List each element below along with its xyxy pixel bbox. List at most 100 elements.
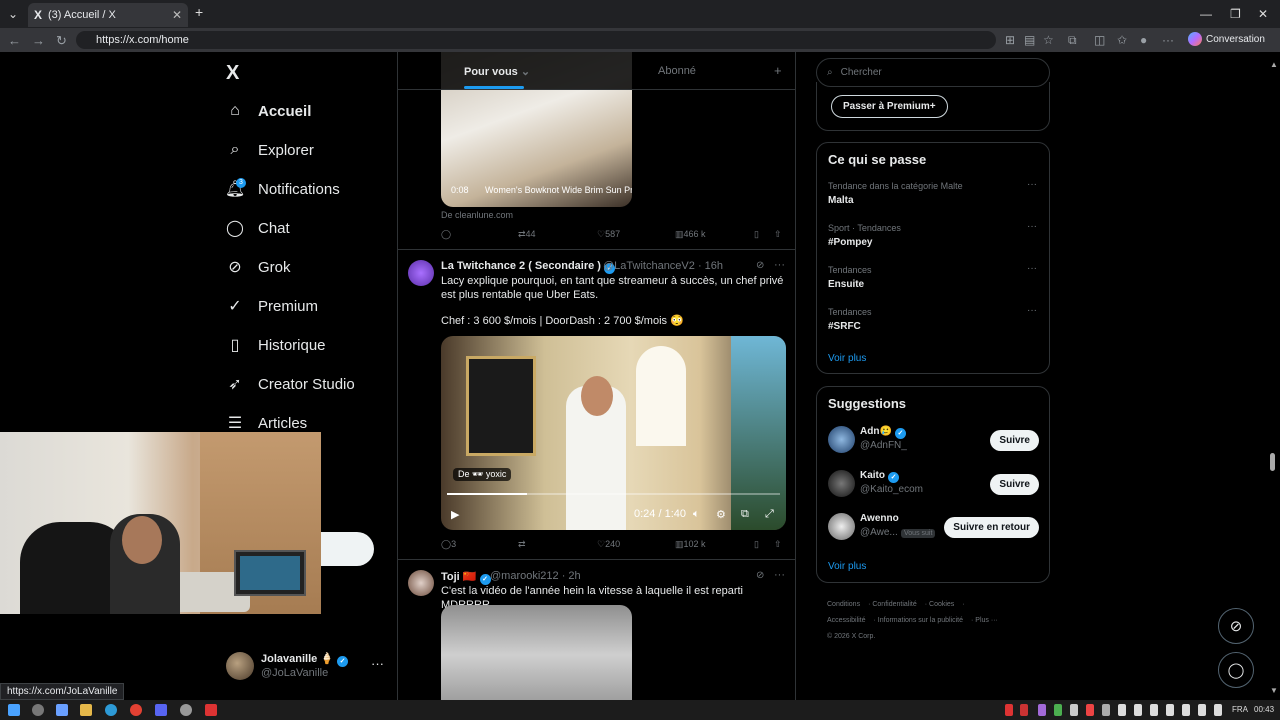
nav-item-articles[interactable]: ☰ Articles [226,414,307,433]
edge-icon[interactable] [105,704,117,716]
url-field[interactable]: https://x.com/home [76,31,996,49]
video-progress[interactable] [447,493,780,495]
menu-icon[interactable]: ··· [1162,33,1174,47]
footer-link[interactable]: Cookies [929,601,954,608]
tab-list-icon[interactable]: ⌄ [8,7,18,21]
nav-item-chat[interactable]: ◯ Chat [226,219,290,238]
more-icon[interactable]: ··· [1027,305,1037,316]
play-icon[interactable]: ▶ [451,508,459,521]
views-button[interactable]: ▥ 466 k [675,229,706,240]
tray-icon[interactable] [1070,704,1078,716]
avatar[interactable] [828,426,855,453]
more-icon[interactable]: ··· [1027,263,1037,274]
close-window-icon[interactable]: ✕ [1258,7,1268,21]
tab-following[interactable]: Abonné [658,65,696,77]
reload-icon[interactable]: ↻ [56,33,67,49]
close-tab-icon[interactable]: ✕ [172,8,182,22]
video-source-chip[interactable]: De 🕶 yoxic [453,468,512,481]
trend-name[interactable]: Ensuite [828,279,864,290]
footer-link[interactable]: Conditions [827,601,860,608]
avatar[interactable] [408,570,434,596]
footer-link[interactable]: Accessibilité [827,617,866,624]
trends-more-link[interactable]: Voir plus [828,353,866,364]
share-icon[interactable]: ⇧ [774,229,782,240]
explorer-icon[interactable] [80,704,92,716]
footer-link[interactable]: Informations sur la publicité [878,617,963,624]
grok-icon[interactable]: ⊘ [756,260,764,271]
tray-icon[interactable] [1086,704,1094,716]
discord-icon[interactable] [155,704,167,716]
suggestion-name[interactable]: Adn🥲 ✓ [860,426,906,439]
back-icon[interactable]: ← [8,33,21,48]
nav-item-historique[interactable]: ▯ Historique [226,336,326,355]
forward-icon[interactable]: → [32,33,45,48]
share-icon[interactable]: ⇧ [774,539,782,550]
avatar[interactable] [408,260,434,286]
tray-icon[interactable] [1118,704,1126,716]
pip-icon[interactable]: ⧉ [741,508,749,521]
like-button[interactable]: ♡ 587 [597,229,620,240]
tab-for-you[interactable]: Pour vous ⌄ [464,65,530,78]
messages-fab-icon[interactable]: ◯ [1218,652,1254,688]
nav-item-premium[interactable]: ✓ Premium [226,297,318,316]
tray-icon[interactable] [1198,704,1206,716]
add-feed-icon[interactable]: + [774,63,782,78]
reader-icon[interactable]: ▤ [1024,33,1035,47]
more-icon[interactable]: ··· [774,569,785,581]
suggestion-name[interactable]: Kaito ✓ [860,470,899,483]
scroll-down-icon[interactable]: ▼ [1270,686,1278,695]
obs-icon[interactable] [180,704,192,716]
follow-button[interactable]: Suivre [990,474,1039,495]
start-icon[interactable] [8,704,20,716]
tweet-author[interactable]: La Twitchance 2 ( Secondaire ) ✓ [441,260,616,274]
tray-icon[interactable] [1020,704,1028,716]
maximize-icon[interactable]: ❐ [1230,7,1241,21]
browser-tab[interactable]: X (3) Accueil / X ✕ [28,3,188,27]
nav-item-explorer[interactable]: ⌕ Explorer [226,141,314,159]
profile-icon[interactable]: ● [1140,33,1147,47]
retweet-icon[interactable]: ⇄ [518,539,526,550]
more-icon[interactable]: ··· [371,656,384,671]
video-player[interactable]: De 🕶 yoxic ▶ 0:24 / 1:40 🔈︎ ⚙ ⧉ ⤢ [441,336,786,530]
language-indicator[interactable]: FRA [1232,705,1248,714]
nav-item-grok[interactable]: ⊘ Grok [226,258,290,277]
account-switcher[interactable]: Jolavanille 🍦 ✓ @JoLaVanille ··· [226,650,386,684]
footer-link[interactable]: Confidentialité [872,601,916,608]
suggestions-more-link[interactable]: Voir plus [828,561,866,572]
volume-tray-icon[interactable] [1182,704,1190,716]
tray-icon[interactable] [1038,704,1046,716]
suggestion-name[interactable]: Awenno [860,513,899,524]
fullscreen-icon[interactable]: ⤢ [765,508,774,521]
tweet-author[interactable]: Toji 🇨🇳 ✓ [441,570,491,585]
scrollbar-thumb[interactable] [1270,453,1275,471]
follow-button[interactable]: Suivre en retour [944,517,1039,538]
tray-icon[interactable] [1134,704,1142,716]
x-logo-icon[interactable]: X [226,62,239,85]
tray-icon[interactable] [1102,704,1110,716]
reply-icon[interactable]: ◯ [441,229,451,240]
tray-icon[interactable] [1054,704,1062,716]
grok-fab-icon[interactable]: ⊘ [1218,608,1254,644]
split-icon[interactable]: ◫ [1094,33,1105,47]
chrome-icon[interactable] [130,704,142,716]
clock[interactable]: 00:43 [1254,705,1274,714]
search-taskbar-icon[interactable] [32,704,44,716]
source-link[interactable]: De cleanlune.com [441,210,513,220]
more-icon[interactable]: ··· [774,259,785,271]
like-button[interactable]: ♡ 240 [597,539,620,550]
favorite-icon[interactable]: ☆ [1043,33,1054,47]
mic-icon[interactable] [1005,704,1013,716]
reply-button[interactable]: ◯ 3 [441,539,456,550]
widgets-icon[interactable] [56,704,68,716]
tweet-media[interactable] [441,605,632,700]
new-tab-icon[interactable]: + [195,4,203,20]
trend-name[interactable]: #SRFC [828,321,861,332]
search-input[interactable]: ⌕ Chercher [816,58,1050,87]
upgrade-premium-button[interactable]: Passer à Premium+ [831,95,948,118]
extensions-icon[interactable]: ⧉ [1068,33,1077,48]
scroll-up-icon[interactable]: ▲ [1270,60,1278,69]
nav-item-creator-studio[interactable]: ➶ Creator Studio [226,375,354,394]
trend-name[interactable]: #Pompey [828,237,872,248]
footer-link[interactable]: Plus ··· [975,617,998,624]
app-taskbar-icon[interactable] [205,704,217,716]
